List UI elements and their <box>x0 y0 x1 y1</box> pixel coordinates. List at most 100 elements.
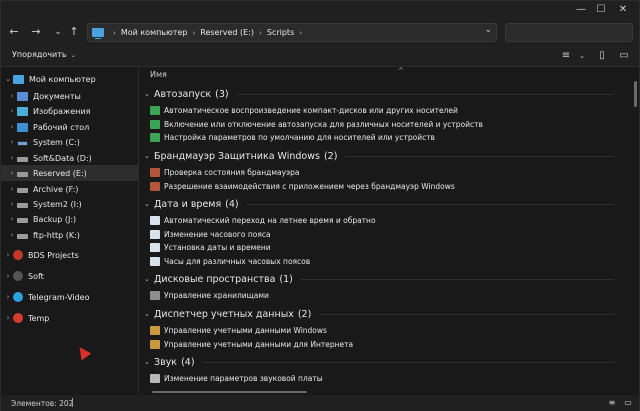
list-item[interactable]: Управление учетными данными для Интернет… <box>150 338 353 351</box>
address-bar[interactable]: › Мой компьютер › Reserved (E:) › Script… <box>87 23 497 42</box>
chevron-right-icon[interactable]: › <box>192 29 195 37</box>
chevron-right-icon[interactable]: › <box>7 138 17 146</box>
column-header-name[interactable]: Имя <box>150 70 167 79</box>
sidebar-item-drive-c[interactable]: › System (C:) <box>1 134 138 150</box>
list-item[interactable]: Разрешение взаимодействия с приложением … <box>150 180 455 193</box>
group-count: (2) <box>297 308 312 320</box>
chevron-right-icon[interactable]: › <box>7 200 17 208</box>
chevron-right-icon[interactable]: › <box>7 123 17 131</box>
autoplay-icon <box>150 133 160 142</box>
sidebar-item-pictures[interactable]: › Изображения <box>1 103 138 119</box>
list-item[interactable]: Управление учетными данными Windows <box>150 324 327 337</box>
list-item[interactable]: Автоматическое воспроизведение компакт-д… <box>150 104 458 117</box>
sidebar-item-desktop[interactable]: › Рабочий стол <box>1 119 138 135</box>
list-item[interactable]: Настройка параметров по умолчанию для но… <box>150 131 435 144</box>
chevron-right-icon[interactable]: › <box>7 231 17 239</box>
chevron-right-icon[interactable]: › <box>3 314 13 322</box>
chevron-right-icon[interactable]: › <box>299 29 302 37</box>
credentials-icon <box>150 326 160 335</box>
sidebar-item-telegram-video[interactable]: › Telegram-Video <box>1 289 138 305</box>
back-arrow-icon[interactable]: ← <box>5 23 23 41</box>
horizontal-scrollbar[interactable] <box>152 391 307 393</box>
navigation-pane: ⌄ Мой компьютер › Документы › Изображени… <box>1 67 139 395</box>
up-arrow-icon[interactable]: ↑ <box>65 23 83 41</box>
sidebar-item-drive-i[interactable]: › System2 (I:) <box>1 196 138 212</box>
details-view-icon[interactable]: ≡ <box>607 398 617 408</box>
list-item[interactable]: Установка даты и времени <box>150 241 271 254</box>
desktop-icon <box>17 122 28 132</box>
sidebar-item-drive-f[interactable]: › Archive (F:) <box>1 181 138 197</box>
chevron-right-icon[interactable]: › <box>259 29 262 37</box>
group-header-storage-spaces[interactable]: ⌄ Дисковые пространства (1) <box>144 272 614 286</box>
close-icon[interactable]: ✕ <box>613 1 633 19</box>
drive-icon <box>17 202 28 208</box>
chevron-down-icon[interactable]: ⌄ <box>144 310 154 318</box>
group-title: Звук <box>154 356 178 368</box>
address-dropdown-icon[interactable]: ⌄ <box>484 25 492 35</box>
sidebar-item-drive-e[interactable]: › Reserved (E:) <box>1 165 138 181</box>
search-input[interactable] <box>505 23 633 42</box>
drive-icon <box>17 187 28 193</box>
sidebar-item-drive-d[interactable]: › Soft&Data (D:) <box>1 150 138 166</box>
sidebar-item-label: Telegram-Video <box>28 292 90 302</box>
list-item[interactable]: Изменение параметров звуковой платы <box>150 372 323 385</box>
group-title: Диспетчер учетных данных <box>154 308 294 320</box>
sidebar-item-documents[interactable]: › Документы <box>1 88 138 104</box>
chevron-down-icon[interactable]: ⌄ <box>144 152 154 160</box>
forward-arrow-icon[interactable]: → <box>27 23 45 41</box>
chevron-down-icon[interactable]: ⌄ <box>3 75 13 83</box>
sidebar-item-drive-k[interactable]: › ftp-http (K:) <box>1 227 138 243</box>
chevron-right-icon[interactable]: › <box>7 154 17 162</box>
group-divider <box>246 203 614 205</box>
breadcrumb-drive[interactable]: Reserved (E:) <box>200 28 254 37</box>
speaker-icon <box>150 374 160 383</box>
sidebar-item-computer[interactable]: ⌄ Мой компьютер <box>1 71 138 87</box>
sidebar-item-label: Мой компьютер <box>29 74 96 84</box>
list-item[interactable]: Часы для различных часовых поясов <box>150 255 310 268</box>
chevron-right-icon[interactable]: › <box>3 272 13 280</box>
chevron-right-icon[interactable]: › <box>113 29 116 37</box>
chevron-down-icon[interactable]: ⌄ <box>144 275 154 283</box>
chevron-right-icon[interactable]: › <box>3 251 13 259</box>
chevron-down-icon[interactable]: ⌄ <box>144 90 154 98</box>
content-pane: ^ Имя ⌄ Автозапуск (3) Автоматическое во… <box>140 67 639 395</box>
chevron-right-icon[interactable]: › <box>7 92 17 100</box>
tiles-view-icon[interactable]: ▭ <box>623 398 633 408</box>
view-list-icon[interactable]: ≡ <box>559 49 573 63</box>
sidebar-item-drive-j[interactable]: › Backup (J:) <box>1 211 138 227</box>
sidebar-item-temp[interactable]: › Temp <box>1 310 138 326</box>
list-item[interactable]: Изменение часового пояса <box>150 228 271 241</box>
item-label: Изменение параметров звуковой платы <box>164 374 323 383</box>
preview-pane-icon[interactable]: ▯ <box>595 49 609 63</box>
sidebar-item-soft[interactable]: › Soft <box>1 268 138 284</box>
drive-icon <box>17 140 28 146</box>
group-header-autoplay[interactable]: ⌄ Автозапуск (3) <box>144 87 614 101</box>
chevron-right-icon[interactable]: › <box>3 293 13 301</box>
sidebar-item-bds-projects[interactable]: › BDS Projects <box>1 247 138 263</box>
item-label: Управление хранилищами <box>164 291 269 300</box>
chevron-right-icon[interactable]: › <box>7 107 17 115</box>
list-item[interactable]: Автоматический переход на летнее время и… <box>150 214 376 227</box>
group-header-credential-manager[interactable]: ⌄ Диспетчер учетных данных (2) <box>144 307 614 321</box>
chevron-right-icon[interactable]: › <box>7 215 17 223</box>
minimize-icon[interactable]: — <box>571 1 591 19</box>
list-item[interactable]: Включение или отключение автозапуска для… <box>150 118 483 131</box>
chevron-down-icon[interactable]: ⌄ <box>575 49 589 63</box>
sidebar-item-label: Backup (J:) <box>33 214 77 224</box>
vertical-scrollbar[interactable] <box>634 81 637 107</box>
group-header-date-time[interactable]: ⌄ Дата и время (4) <box>144 197 614 211</box>
breadcrumb-computer[interactable]: Мой компьютер <box>121 28 188 37</box>
chevron-down-icon[interactable]: ⌄ <box>144 200 154 208</box>
sort-button[interactable]: Упорядочить ⌄ <box>12 50 76 59</box>
drive-icon <box>17 171 28 177</box>
list-item[interactable]: Проверка состояния брандмауэра <box>150 166 300 179</box>
breadcrumb-folder[interactable]: Scripts <box>267 28 294 37</box>
list-item[interactable]: Управление хранилищами <box>150 289 269 302</box>
chevron-right-icon[interactable]: › <box>7 185 17 193</box>
details-pane-icon[interactable]: ▭ <box>617 49 631 63</box>
group-header-firewall[interactable]: ⌄ Брандмауэр Защитника Windows (2) <box>144 149 614 163</box>
maximize-icon[interactable]: ☐ <box>591 1 611 19</box>
chevron-down-icon[interactable]: ⌄ <box>144 358 154 366</box>
chevron-right-icon[interactable]: › <box>7 169 17 177</box>
group-header-sound[interactable]: ⌄ Звук (4) <box>144 355 614 369</box>
